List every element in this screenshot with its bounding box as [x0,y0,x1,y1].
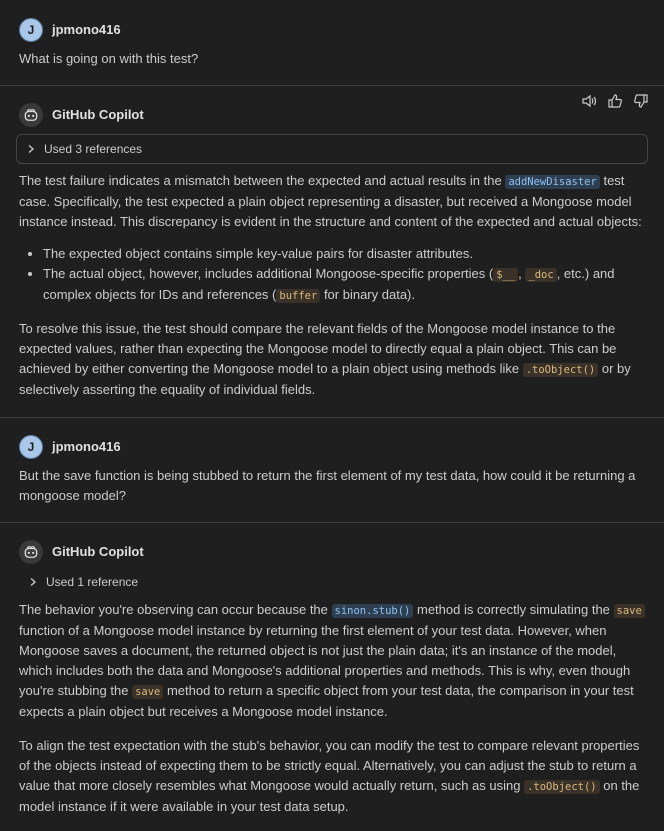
message-header: J jpmono416 [19,432,645,462]
avatar: J [19,435,43,459]
references-toggle[interactable]: Used 1 reference [19,570,645,594]
message-header: GitHub Copilot [19,94,648,130]
user-message-1: J jpmono416 What is going on with this t… [0,0,664,85]
message-text: What is going on with this test? [19,51,199,66]
chevron-right-icon [28,577,38,587]
inline-code: _doc [525,268,557,282]
text-span: The test failure indicates a mismatch be… [19,173,506,188]
inline-code: addNewDisaster [505,175,600,189]
author-name: GitHub Copilot [52,544,144,559]
references-label: Used 3 references [44,142,143,156]
inline-code: sinon.stub() [331,604,414,618]
text-span: The actual object, however, includes add… [43,266,494,281]
avatar-letter: J [27,440,35,454]
inline-code: .toObject() [522,363,599,377]
list-item: The expected object contains simple key-… [43,244,645,264]
avatar-letter: J [27,23,35,37]
response-paragraph: The test failure indicates a mismatch be… [19,171,645,232]
message-text: But the save function is being stubbed t… [19,468,636,503]
avatar: J [19,18,43,42]
response-paragraph: To resolve this issue, the test should c… [19,319,645,400]
author-name: jpmono416 [52,22,121,37]
inline-code: save [132,685,164,699]
author-name: jpmono416 [52,439,121,454]
text-span: for binary data). [320,287,415,302]
chevron-right-icon [26,144,36,154]
list-item: The actual object, however, includes add… [43,264,645,306]
response-paragraph: To align the test expectation with the s… [19,736,645,817]
references-label: Used 1 reference [46,575,139,589]
message-header: J jpmono416 [19,15,645,45]
response-paragraph: The behavior you're observing can occur … [19,600,645,722]
inline-code: buffer [276,289,321,303]
author-name: GitHub Copilot [52,107,144,122]
inline-code: .toObject() [524,780,600,794]
user-message-2: J jpmono416 But the save function is bei… [0,418,664,522]
inline-code: save [613,604,645,618]
text-span: The behavior you're observing can occur … [19,602,332,617]
copilot-message-1: GitHub Copilot Used 3 references The tes… [0,86,664,417]
copilot-icon [19,540,43,564]
text-span: method is correctly simulating the [413,602,614,617]
thumbs-up-icon[interactable] [606,92,624,110]
inline-code: $__ [493,268,519,282]
thumbs-down-icon[interactable] [632,92,650,110]
speaker-icon[interactable] [580,92,598,110]
copilot-message-2: GitHub Copilot Used 1 reference The beha… [0,523,664,817]
references-toggle[interactable]: Used 3 references [16,134,648,164]
message-actions [580,86,650,116]
bullet-list: The expected object contains simple key-… [19,244,645,306]
copilot-icon [19,103,43,127]
message-header: GitHub Copilot [19,537,645,567]
